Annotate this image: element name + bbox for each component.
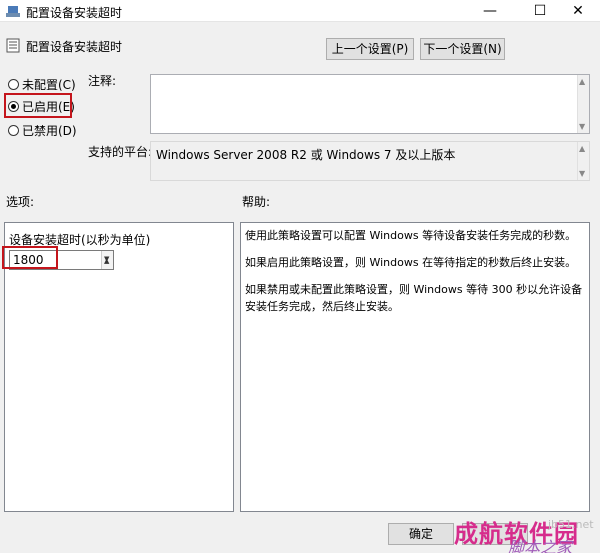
scroll-up-icon[interactable]: ▲ [579, 77, 585, 86]
scroll-up-icon[interactable]: ▲ [579, 144, 585, 153]
watermark-sub: 脚本之家 [508, 538, 573, 553]
spinner-buttons[interactable]: ▲ ▼ [101, 251, 113, 269]
comment-textarea[interactable]: ▲ ▼ [150, 74, 590, 134]
platform-scrollbar[interactable]: ▲ ▼ [577, 142, 589, 180]
setting-icon [6, 38, 20, 53]
radio-not-configured[interactable]: 未配置(C) [8, 75, 76, 93]
options-label: 选项: [6, 195, 35, 209]
setting-title: 配置设备安装超时 [26, 40, 123, 54]
policy-icon [6, 6, 20, 17]
help-paragraph: 使用此策略设置可以配置 Windows 等待设备安装任务完成的秒数。 [245, 229, 577, 242]
radio-label: 已禁用(D) [22, 123, 77, 138]
next-setting-button[interactable]: 下一个设置(N) [420, 38, 505, 60]
spin-down-icon[interactable]: ▼ [104, 250, 109, 268]
comment-label: 注释: [88, 74, 117, 88]
platform-label: 支持的平台: [88, 145, 153, 159]
platform-text: Windows Server 2008 R2 或 Windows 7 及以上版本 [156, 148, 456, 162]
minimize-button[interactable]: — [468, 0, 512, 22]
radio-disabled[interactable]: 已禁用(D) [8, 121, 77, 139]
radio-label: 未配置(C) [22, 77, 76, 92]
watermark-url: jb51.net [548, 518, 594, 531]
watermark: 成航软件园 jb51.net 脚本之家 [448, 512, 600, 553]
help-label: 帮助: [242, 195, 271, 209]
close-button[interactable]: ✕ [556, 0, 600, 22]
radio-button[interactable] [8, 78, 19, 90]
scroll-down-icon[interactable]: ▼ [579, 169, 585, 178]
platform-textbox: Windows Server 2008 R2 或 Windows 7 及以上版本… [150, 141, 590, 181]
highlight-box [2, 246, 58, 269]
scroll-down-icon[interactable]: ▼ [579, 122, 585, 131]
highlight-box [4, 93, 72, 118]
help-paragraph: 如果禁用或未配置此策略设置，则 Windows 等待 300 秒以允许设备安装任… [245, 283, 583, 313]
previous-setting-button[interactable]: 上一个设置(P) [326, 38, 414, 60]
title-bar: 配置设备安装超时 — ☐ ✕ [0, 0, 600, 22]
help-panel: 使用此策略设置可以配置 Windows 等待设备安装任务完成的秒数。 如果启用此… [240, 222, 590, 512]
help-paragraph: 如果启用此策略设置，则 Windows 在等待指定的秒数后终止安装。 [245, 256, 577, 269]
comment-scrollbar[interactable]: ▲ ▼ [577, 75, 589, 133]
ok-button[interactable]: 确定 [388, 523, 454, 545]
window-title: 配置设备安装超时 [26, 6, 123, 20]
radio-button[interactable] [8, 124, 19, 136]
